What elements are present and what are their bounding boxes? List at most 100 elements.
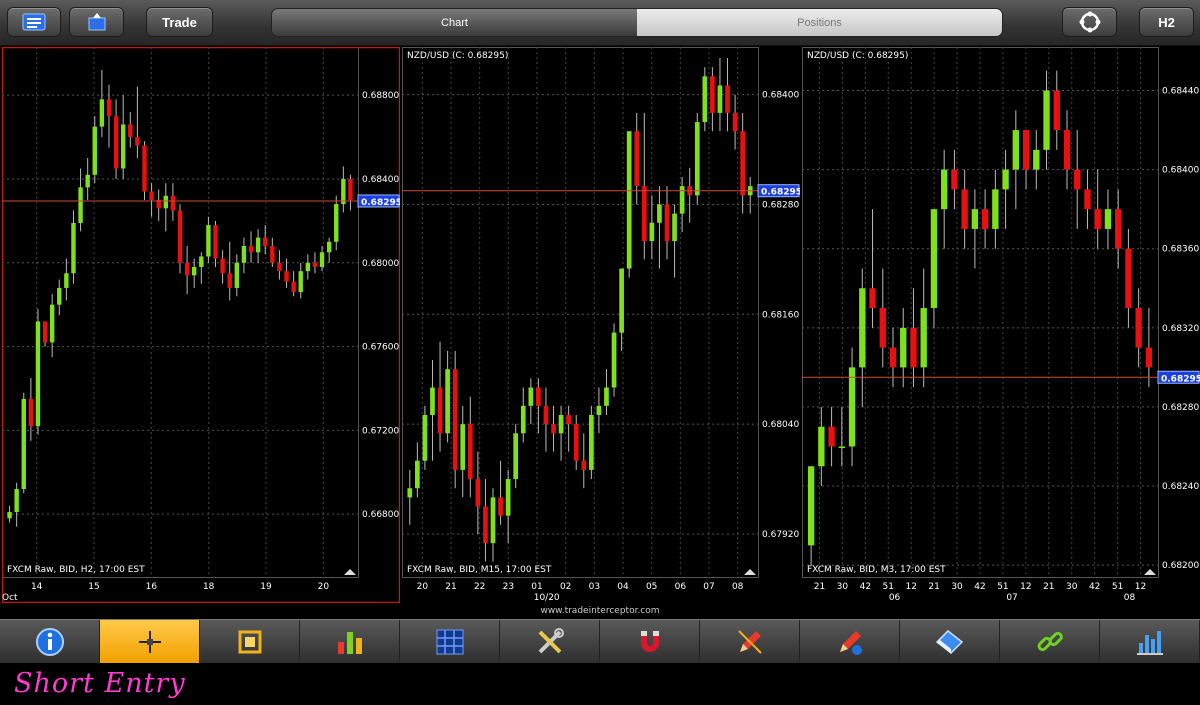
candle-body — [1115, 209, 1122, 249]
candle-body — [227, 273, 232, 288]
chart-m3-canvas[interactable]: 0.68440 0.68400 0.68360 0.68320 0.68280 0.682… — [802, 47, 1200, 603]
chart-footer: FXCM Raw, BID, M15, 17:00 EST — [407, 565, 552, 575]
candle-body — [467, 424, 473, 480]
crop-icon — [238, 630, 261, 653]
candle-body — [71, 222, 76, 274]
chart-type-button[interactable] — [1100, 620, 1200, 663]
candle-body — [120, 124, 126, 169]
price-badge-label: 0.68295 — [361, 198, 400, 208]
chart-panel-m3[interactable]: 0.68440 0.68400 0.68360 0.68320 0.68280 0.682… — [802, 47, 1200, 603]
candle-body — [589, 414, 594, 470]
symbol-panel-button[interactable] — [69, 7, 124, 37]
chart-panel-m15[interactable]: 0.68400 0.68280 0.68160 0.68040 0.67920 20 21 2… — [402, 47, 800, 603]
window-arrows-icon — [88, 13, 105, 31]
candle-body — [64, 273, 69, 288]
candle-body — [520, 405, 526, 434]
candle-body — [270, 246, 275, 263]
grid-icon — [436, 629, 463, 654]
candle-body — [626, 131, 632, 269]
x-tick-label: 30 — [1066, 582, 1078, 592]
candle-body — [702, 76, 708, 123]
bar-chart-icon — [337, 631, 362, 654]
x-tick-label: 08 — [732, 582, 744, 592]
candle-body — [910, 327, 917, 368]
tab-positions[interactable]: Positions — [637, 9, 1002, 36]
magnet-button[interactable] — [600, 620, 700, 663]
chart-m15-canvas[interactable]: 0.68400 0.68280 0.68160 0.68040 0.67920 20 21 2… — [402, 47, 800, 603]
x-tick-label: 05 — [646, 582, 657, 592]
info-button[interactable] — [0, 620, 100, 663]
candle-body — [920, 308, 927, 368]
candle-body — [1084, 189, 1091, 210]
layout-grid-button[interactable] — [400, 620, 500, 663]
candle-body — [611, 332, 617, 388]
draw-button[interactable] — [700, 620, 800, 663]
candle-body — [437, 387, 443, 434]
settings-tools-button[interactable] — [500, 620, 600, 663]
x-sub-label: 10/20 — [534, 593, 560, 603]
bottom-toolbar — [0, 619, 1200, 663]
chart-type-icon — [1136, 630, 1163, 655]
indicators-button[interactable] — [300, 620, 400, 663]
crop-button[interactable] — [200, 620, 300, 663]
candle-body — [206, 225, 211, 257]
candle-body — [298, 271, 303, 293]
candle-body — [192, 266, 197, 276]
candle-body — [889, 347, 897, 368]
x-tick-label: 42 — [1089, 582, 1100, 592]
candle-body — [78, 187, 83, 223]
timeframe-button[interactable]: H2 — [1139, 7, 1194, 37]
candle-body — [664, 204, 670, 242]
x-tick-label: 14 — [31, 582, 43, 592]
candle-body — [971, 209, 979, 229]
link-button[interactable] — [1000, 620, 1100, 663]
candle-body — [312, 262, 318, 267]
candle-body — [422, 414, 428, 461]
candle-body — [452, 369, 458, 470]
draw-tools-button[interactable] — [800, 620, 900, 663]
candle-body — [255, 237, 261, 253]
menu-button[interactable] — [7, 7, 61, 37]
candle-body — [596, 405, 602, 415]
x-tick-label: 07 — [703, 582, 714, 592]
candle-body — [234, 262, 240, 288]
candle-body — [263, 237, 268, 247]
candle-body — [1022, 130, 1030, 170]
candle-body — [415, 460, 420, 489]
tab-chart[interactable]: Chart — [272, 9, 637, 36]
candle-body — [92, 126, 97, 175]
eraser-button[interactable] — [900, 620, 1000, 663]
candle-body — [291, 281, 296, 293]
trade-button[interactable]: Trade — [146, 7, 213, 37]
y-tick-label: 0.68160 — [762, 310, 799, 320]
candle-body — [21, 398, 26, 490]
candle-body — [142, 145, 147, 192]
crosshair-button[interactable] — [100, 620, 200, 663]
candle-body — [483, 506, 488, 544]
candle-body — [326, 241, 332, 253]
candle-body — [475, 479, 481, 507]
candle-body — [558, 414, 564, 434]
candle-body — [573, 424, 579, 461]
y-tick-label: 0.68400 — [762, 91, 799, 101]
candle-body — [7, 512, 12, 519]
candle-body — [1145, 347, 1153, 368]
candle-body — [566, 414, 571, 425]
candle-body — [869, 288, 876, 309]
candle-body — [149, 191, 154, 200]
tools-icon — [538, 627, 564, 653]
candle-body — [248, 246, 254, 253]
y-tick-label: 0.67600 — [362, 343, 399, 353]
candle-body — [1033, 149, 1040, 170]
x-tick-label: 12 — [905, 582, 916, 592]
refresh-button[interactable] — [1062, 7, 1117, 37]
candle-body — [657, 204, 662, 223]
chart-panel-h2[interactable]: 0.68800 0.68400 0.68000 0.67600 0.67200 0.668… — [2, 47, 400, 603]
x-tick-label: 04 — [617, 582, 629, 592]
price-badge-label: 0.68295 — [1161, 374, 1200, 384]
y-tick-label: 0.68360 — [1162, 245, 1199, 255]
candle-body — [135, 137, 140, 146]
chart-h2-canvas[interactable]: 0.68800 0.68400 0.68000 0.67600 0.67200 0.668… — [2, 47, 400, 603]
candle-body — [163, 195, 168, 209]
candle-body — [113, 116, 119, 169]
